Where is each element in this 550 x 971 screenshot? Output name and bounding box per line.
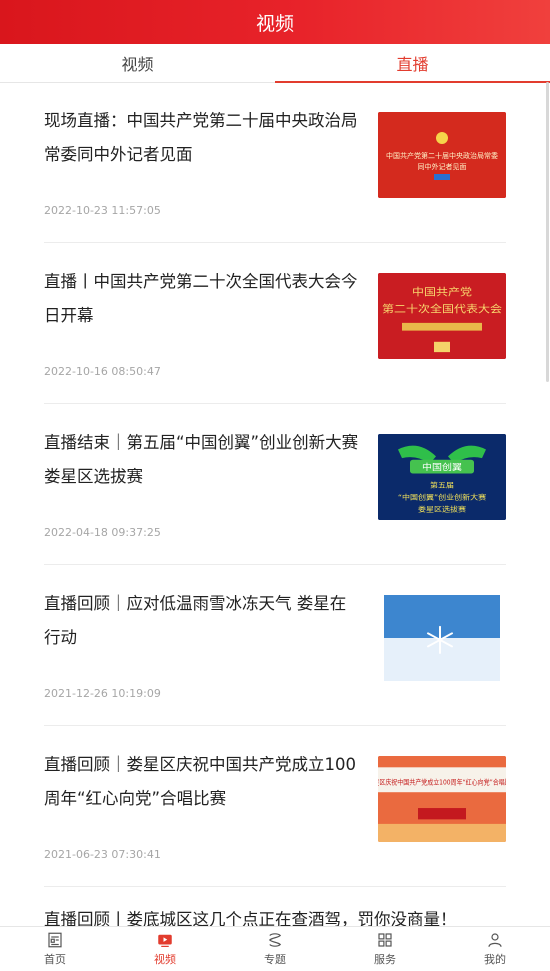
nav-label: 服务 — [374, 953, 396, 966]
svg-text:“中国创翼”创业创新大赛: “中国创翼”创业创新大赛 — [398, 492, 487, 501]
svg-text:同中外记者见面: 同中外记者见面 — [418, 162, 467, 171]
item-time: 2022-04-18 09:37:25 — [44, 526, 161, 539]
scrollbar[interactable] — [546, 82, 549, 382]
item-title: 直播丨中国共产党第二十次全国代表大会今日开幕 — [44, 272, 358, 325]
user-icon — [488, 933, 502, 947]
list-item[interactable]: 直播结束｜第五届“中国创翼”创业创新大赛娄星区选拔赛 2022-04-18 09… — [44, 404, 506, 565]
item-time: 2022-10-23 11:57:05 — [44, 204, 161, 217]
item-title: 直播回顾｜应对低温雨雪冰冻天气 娄星在行动 — [44, 594, 347, 647]
newspaper-icon — [48, 932, 62, 948]
svg-text:第二十次全国代表大会: 第二十次全国代表大会 — [382, 302, 502, 315]
item-thumbnail[interactable]: 娄星区庆祝中国共产党成立100周年“红心向党”合唱比赛 — [378, 756, 506, 842]
item-title: 直播结束｜第五届“中国创翼”创业创新大赛娄星区选拔赛 — [44, 433, 359, 486]
tab-video[interactable]: 视频 — [0, 44, 275, 82]
thumbnail-image — [384, 595, 500, 681]
list-item[interactable]: 现场直播：中国共产党第二十届中央政治局常委同中外记者见面 2022-10-23 … — [44, 82, 506, 243]
nav-label: 首页 — [44, 953, 66, 966]
item-title: 直播回顾｜娄星区庆祝中国共产党成立100周年“红心向党”合唱比赛 — [44, 755, 356, 808]
item-title: 现场直播：中国共产党第二十届中央政治局常委同中外记者见面 — [44, 111, 358, 164]
list-item[interactable]: 直播丨中国共产党第二十次全国代表大会今日开幕 2022-10-16 08:50:… — [44, 243, 506, 404]
thumbnail-image: 中国共产党第二十届中央政治局常委 同中外记者见面 — [378, 112, 506, 198]
item-time: 2021-06-23 07:30:41 — [44, 848, 161, 861]
svg-text:中国共产党第二十届中央政治局常委: 中国共产党第二十届中央政治局常委 — [386, 151, 498, 160]
topic-icon — [268, 933, 282, 947]
nav-topic[interactable]: 专题 — [220, 927, 330, 971]
tab-bar: 视频 直播 — [0, 44, 550, 83]
item-time: 2022-10-16 08:50:47 — [44, 365, 161, 378]
nav-label: 我的 — [484, 953, 506, 966]
thumbnail-image: 中国创翼 第五届 “中国创翼”创业创新大赛 娄星区选拔赛 — [378, 434, 506, 520]
app-header: 视频 — [0, 0, 550, 44]
svg-text:中国共产党: 中国共产党 — [412, 285, 472, 298]
nav-label: 专题 — [264, 953, 286, 966]
svg-text:娄星区庆祝中国共产党成立100周年“红心向党”合唱比赛: 娄星区庆祝中国共产党成立100周年“红心向党”合唱比赛 — [378, 777, 506, 787]
nav-video[interactable]: 视频 — [110, 927, 220, 971]
nav-home[interactable]: 首页 — [0, 927, 110, 971]
tab-label: 直播 — [396, 55, 429, 74]
item-thumbnail[interactable]: 中国共产党 第二十次全国代表大会 — [378, 273, 506, 359]
item-thumbnail[interactable] — [378, 595, 506, 681]
bottom-nav: 首页 视频 专题 服务 我的 — [0, 926, 550, 971]
svg-text:娄星区选拔赛: 娄星区选拔赛 — [418, 504, 467, 513]
header-title: 视频 — [255, 12, 294, 35]
nav-service[interactable]: 服务 — [330, 927, 440, 971]
item-time: 2021-12-26 10:19:09 — [44, 687, 161, 700]
tab-label: 视频 — [121, 55, 154, 74]
tab-live[interactable]: 直播 — [275, 44, 550, 83]
item-thumbnail[interactable]: 中国创翼 第五届 “中国创翼”创业创新大赛 娄星区选拔赛 — [378, 434, 506, 520]
list-item[interactable]: 直播回顾｜娄星区庆祝中国共产党成立100周年“红心向党”合唱比赛 2021-06… — [44, 726, 506, 887]
thumbnail-image: 中国共产党 第二十次全国代表大会 — [378, 273, 506, 359]
list-item[interactable]: 直播回顾｜应对低温雨雪冰冻天气 娄星在行动 2021-12-26 10:19:0… — [44, 565, 506, 726]
svg-text:第五届: 第五届 — [430, 480, 454, 489]
svg-text:中国创翼: 中国创翼 — [422, 462, 462, 473]
nav-label: 视频 — [154, 953, 176, 966]
grid-icon — [378, 933, 392, 947]
live-list: 现场直播：中国共产党第二十届中央政治局常委同中外记者见面 2022-10-23 … — [44, 82, 506, 887]
item-thumbnail[interactable]: 中国共产党第二十届中央政治局常委 同中外记者见面 — [378, 112, 506, 198]
nav-mine[interactable]: 我的 — [440, 927, 550, 971]
video-play-icon — [158, 934, 172, 947]
thumbnail-image: 娄星区庆祝中国共产党成立100周年“红心向党”合唱比赛 — [378, 756, 506, 842]
